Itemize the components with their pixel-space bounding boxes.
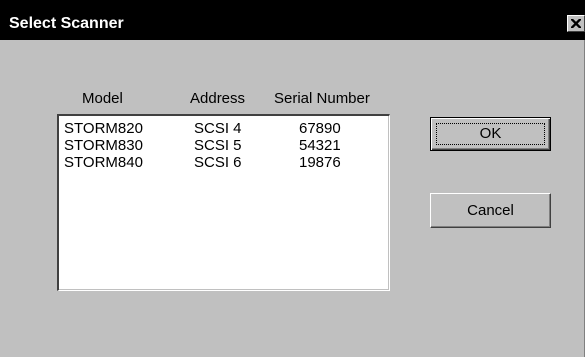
model-cell: STORM830 (64, 137, 143, 154)
close-icon (571, 19, 581, 28)
column-header-model: Model (82, 90, 123, 107)
list-item[interactable]: STORM840 SCSI 6 19876 (59, 154, 389, 172)
model-cell: STORM840 (64, 154, 143, 171)
ok-button[interactable]: OK (430, 117, 551, 151)
column-header-address: Address (190, 90, 246, 107)
cancel-button-label: Cancel (467, 202, 514, 219)
serial-number-cell: 67890 (299, 120, 341, 137)
close-button[interactable] (567, 15, 585, 32)
serial-number-cell: 19876 (299, 154, 341, 171)
column-header-serial-number: Serial Number (274, 90, 370, 107)
model-cell: STORM820 (64, 120, 143, 137)
serial-number-cell: 54321 (299, 137, 341, 154)
window-title: Select Scanner (9, 15, 124, 32)
scanner-list[interactable]: STORM820 SCSI 4 67890 STORM830 SCSI 5 54… (57, 114, 390, 291)
list-item[interactable]: STORM820 SCSI 4 67890 (59, 120, 389, 138)
ok-button-label: OK (479, 125, 502, 142)
address-cell: SCSI 5 (194, 137, 242, 154)
address-cell: SCSI 6 (194, 154, 242, 171)
cancel-button[interactable]: Cancel (430, 193, 551, 228)
address-cell: SCSI 4 (194, 120, 242, 137)
select-scanner-dialog: Select Scanner Model Address Serial Numb… (0, 0, 585, 357)
list-item[interactable]: STORM830 SCSI 5 54321 (59, 137, 389, 155)
title-bar[interactable]: Select Scanner (0, 0, 585, 40)
